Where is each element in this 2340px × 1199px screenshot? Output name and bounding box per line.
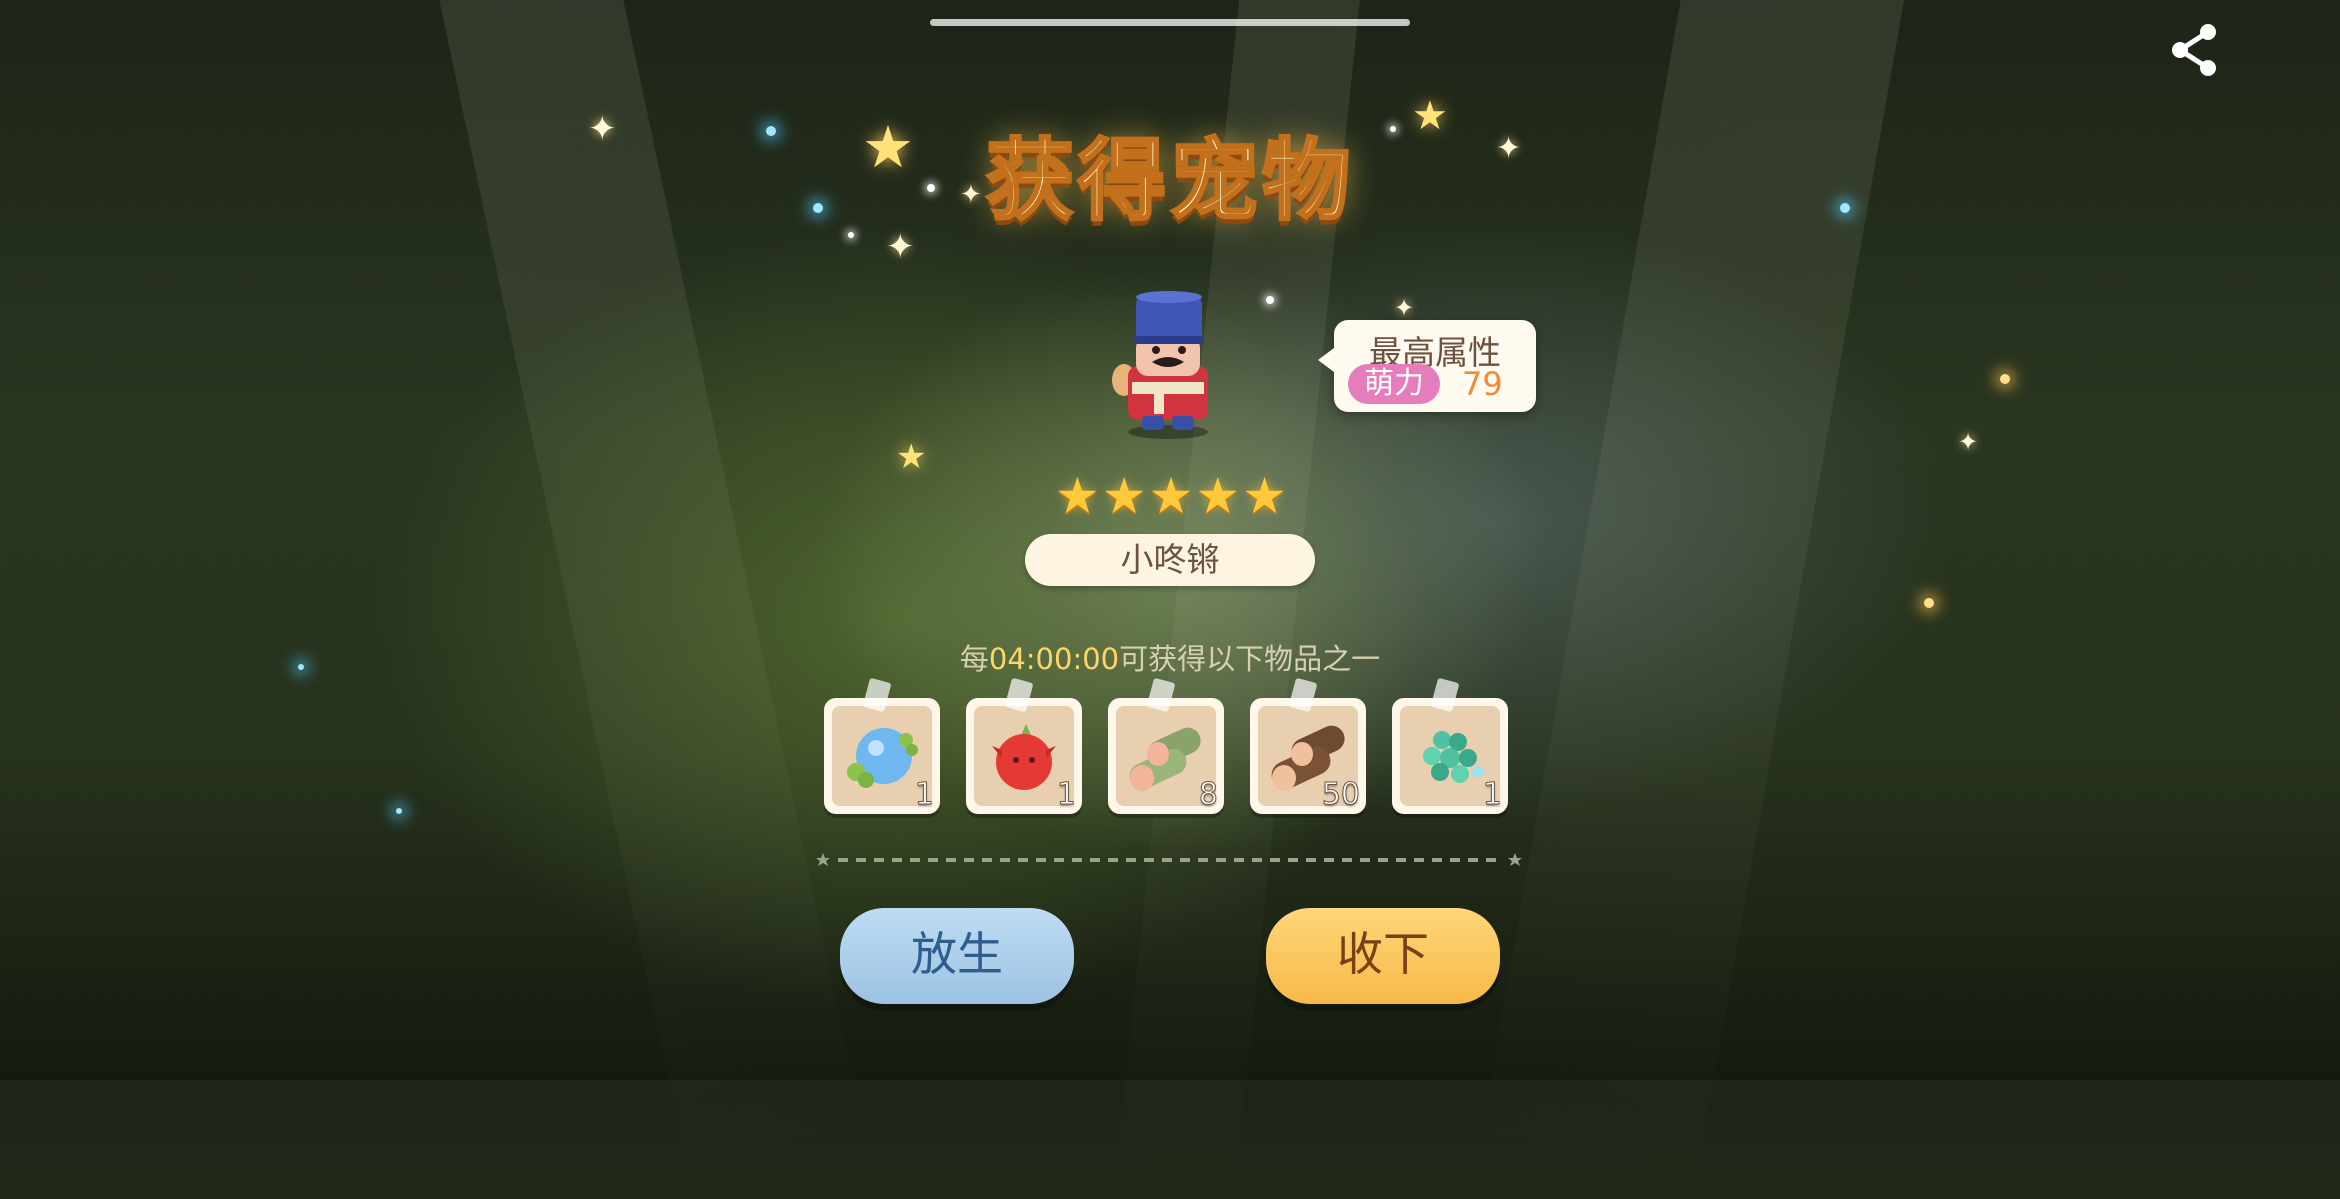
pet-name: 小咚锵 — [1025, 534, 1315, 586]
particle — [1924, 598, 1934, 608]
rating-star-icon: ★ — [1148, 467, 1194, 525]
accept-button[interactable]: 收下 — [1266, 908, 1500, 1004]
particle — [396, 808, 402, 814]
sparkle-icon: ✦ — [1394, 294, 1415, 322]
top-handle-bar[interactable] — [930, 19, 1410, 26]
reward-count: 1 — [1056, 777, 1076, 813]
particle — [1266, 296, 1274, 304]
reward-count: 8 — [1198, 777, 1218, 813]
reward-item[interactable]: 1 — [824, 677, 948, 822]
reward-item[interactable]: 8 — [1108, 677, 1232, 822]
page-title: 获得宠物 — [984, 128, 1354, 234]
reward-item[interactable]: 1 — [1392, 677, 1516, 822]
pet-character-image — [1108, 290, 1228, 440]
reward-count: 1 — [1482, 777, 1502, 813]
release-button[interactable]: 放生 — [840, 908, 1074, 1004]
attribute-name-badge: 萌力 — [1348, 364, 1440, 404]
timer-suffix: 可获得以下物品之一 — [1119, 642, 1381, 676]
attribute-bubble: 最高属性 萌力 79 — [1318, 320, 1536, 412]
rating-star-icon: ★ — [1195, 467, 1241, 525]
dashed-divider — [816, 852, 1522, 866]
rating-star-icon: ★ — [1101, 467, 1147, 525]
timer-time: 04:00:00 — [988, 642, 1120, 676]
reward-timer-text: 每04:00:00可获得以下物品之一 — [0, 636, 2340, 678]
star-icon: ★ — [896, 437, 927, 477]
star-rating: ★ ★ ★ ★ ★ — [1055, 467, 1287, 525]
reward-count: 50 — [1321, 777, 1360, 813]
reward-items-list: 1 1 8 50 1 — [824, 677, 1516, 822]
reward-count: 1 — [914, 777, 934, 813]
particle — [2000, 374, 2010, 384]
sparkle-icon: ✦ — [1958, 428, 1979, 456]
reward-item[interactable]: 50 — [1250, 677, 1374, 822]
rating-star-icon: ★ — [1242, 467, 1287, 525]
reward-item[interactable]: 1 — [966, 677, 1090, 822]
attribute-value: 79 — [1462, 365, 1503, 403]
timer-prefix: 每 — [959, 642, 989, 676]
rating-star-icon: ★ — [1055, 467, 1100, 525]
share-icon[interactable] — [2168, 22, 2220, 78]
